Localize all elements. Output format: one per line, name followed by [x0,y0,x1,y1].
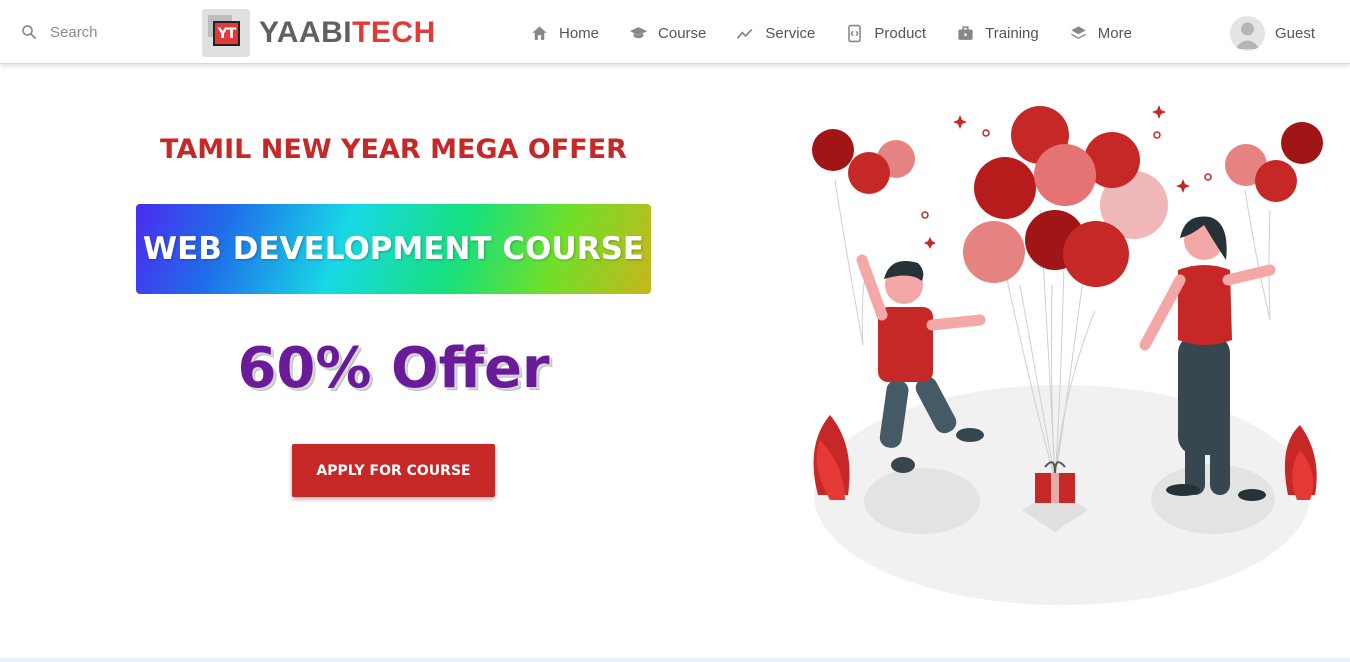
search-placeholder[interactable]: Search [50,24,98,41]
top-navbar: Search YT YAABITECH Home Course Service … [0,0,1350,64]
brand-name-part2: TECH [352,16,436,49]
nav-course[interactable]: Course [629,24,706,43]
code-icon [848,24,862,42]
logo-text: YT [213,21,240,46]
offer-percentage: 60% Offer [237,336,550,401]
briefcase-icon [958,25,973,40]
nav-product-label: Product [874,24,927,42]
apply-for-course-button[interactable]: APPLY FOR COURSE [292,444,495,497]
home-icon [532,25,547,40]
layers-icon [1071,25,1086,39]
nav-more-label: More [1097,24,1132,42]
nav-course-label: Course [658,24,707,42]
nav-more[interactable]: More [1069,24,1132,43]
user-label: Guest [1275,25,1316,42]
nav-training-label: Training [985,24,1039,42]
page-bottom-edge [0,658,1350,662]
offer-title: TAMIL NEW YEAR MEGA OFFER [160,134,627,165]
nav-training[interactable]: Training [956,24,1039,43]
brand-logo[interactable]: YT YAABITECH [202,9,436,57]
nav-service-label: Service [765,24,816,42]
celebration-illustration [812,105,1323,605]
brand-name: YAABITECH [259,16,436,50]
graduation-cap-icon [629,26,648,38]
nav-product[interactable]: Product [845,24,926,43]
course-name: WEB DEVELOPMENT COURSE [142,231,645,267]
brand-name-part1: YAABI [259,16,353,49]
search-box[interactable]: Search [20,20,98,44]
main-nav: Home Course Service Product Training Mor… [530,20,1162,46]
user-menu[interactable]: Guest [1230,16,1315,51]
avatar-icon [1230,16,1265,51]
logo-icon: YT [202,9,250,57]
nav-home-label: Home [559,24,600,42]
nav-service[interactable]: Service [736,24,815,43]
search-icon [22,25,36,39]
trending-icon [737,28,753,39]
nav-home[interactable]: Home [530,24,599,43]
course-banner: WEB DEVELOPMENT COURSE [136,204,651,294]
